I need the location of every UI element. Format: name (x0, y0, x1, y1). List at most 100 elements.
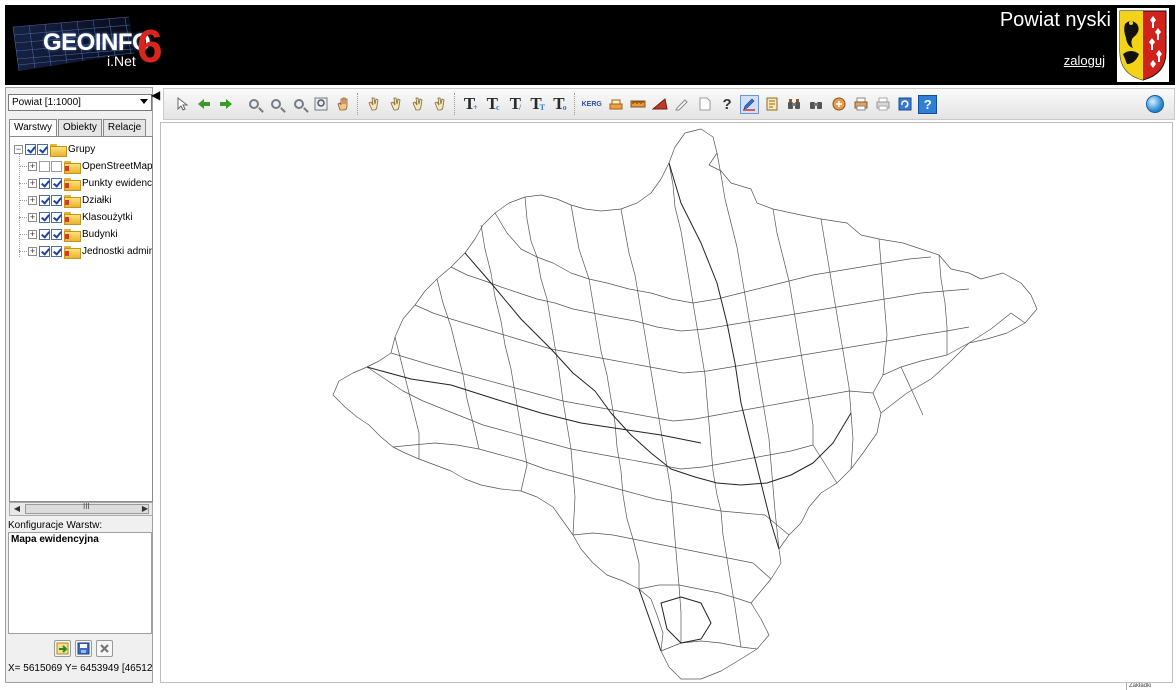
page-icon[interactable] (695, 95, 714, 114)
map-canvas[interactable] (161, 123, 1173, 683)
help-query-icon[interactable]: ? (718, 95, 737, 114)
layer-visibility-checkbox[interactable] (51, 177, 62, 189)
binoculars-1-icon[interactable] (784, 95, 803, 114)
layer-checkbox[interactable] (39, 245, 50, 257)
text-replace-icon[interactable]: TT (528, 94, 547, 114)
tree-node-layer[interactable]: + Działki (28, 192, 111, 208)
document-icon[interactable] (762, 95, 781, 114)
kerg-icon[interactable]: KERG (581, 95, 603, 114)
tree-horizontal-scrollbar[interactable]: ◀ III ▶ (9, 502, 153, 516)
print-2-icon[interactable] (874, 95, 893, 114)
expand-icon[interactable]: + (28, 195, 37, 205)
tree-node-label: Jednostki administracyjne (82, 245, 152, 257)
note-icon[interactable] (673, 95, 692, 114)
layer-icon[interactable] (606, 95, 625, 114)
layer-checkbox[interactable] (39, 160, 50, 172)
folder-icon (64, 211, 81, 225)
expand-icon[interactable]: + (28, 229, 37, 239)
logo-version: 6 (137, 20, 163, 72)
panel-collapse-icon[interactable]: ◀ (151, 85, 160, 105)
text-clear-icon[interactable]: Tc (484, 94, 503, 114)
select-arrow-icon[interactable] (172, 95, 191, 114)
layers-panel: Powiat [1:1000] Warstwy Obiekty Relacje … (5, 87, 153, 683)
coat-of-arms-icon (1117, 8, 1169, 82)
select-hand-1-icon[interactable] (364, 95, 383, 114)
tree-node-layer[interactable]: + Budynki (28, 226, 118, 242)
tree-guide (19, 166, 27, 167)
text-insert-icon[interactable]: T + (461, 94, 480, 114)
zoom-out-icon[interactable] (289, 95, 308, 114)
tab-warstwy[interactable]: Warstwy (9, 119, 57, 137)
layer-checkbox[interactable] (39, 194, 50, 206)
pan-hand-icon[interactable] (334, 95, 353, 114)
layer-visibility-checkbox[interactable] (51, 211, 62, 223)
layer-visibility-checkbox[interactable] (51, 245, 62, 257)
group-visibility-checkbox[interactable] (37, 143, 48, 155)
layer-marker-icon (65, 250, 69, 256)
layer-marker-icon (65, 216, 69, 222)
select-hand-4-icon[interactable] (431, 95, 450, 114)
coordinates-readout: X= 5615069 Y= 6453949 [46512; 11021] (8, 663, 152, 674)
zoom-in-icon[interactable] (245, 95, 264, 114)
layer-config-label: Konfiguracje Warstw: (8, 520, 103, 531)
tree-guide (19, 183, 27, 184)
panel-tabs: Warstwy Obiekty Relacje (9, 119, 147, 137)
tree-node-layer[interactable]: + Jednostki administracyjne (28, 243, 152, 259)
layer-checkbox[interactable] (39, 228, 50, 240)
group-checkbox[interactable] (25, 143, 36, 155)
toolbar-separator (573, 93, 575, 115)
hand-tool-icon[interactable] (829, 95, 848, 114)
edit-pencil-icon[interactable] (739, 94, 759, 114)
tree-node-layer[interactable]: + Klasoużytki (28, 209, 133, 225)
tree-guide (19, 200, 27, 201)
expand-icon[interactable]: + (28, 161, 37, 171)
toolbar-separator (357, 93, 359, 115)
layer-checkbox[interactable] (39, 211, 50, 223)
binoculars-2-icon[interactable] (807, 95, 826, 114)
expand-icon[interactable]: + (28, 178, 37, 188)
tree-node-label: Klasoużytki (82, 211, 133, 223)
tree-node-layer[interactable]: + OpenStreetMap (28, 158, 152, 174)
tab-obiekty[interactable]: Obiekty (57, 119, 102, 136)
tab-relacje[interactable]: Relacje (102, 119, 147, 136)
bookmarks-tab[interactable]: Zakładki (1126, 683, 1176, 690)
select-hand-2-icon[interactable] (386, 95, 405, 114)
select-hand-3-icon[interactable] (409, 95, 428, 114)
region-title: Powiat nyski (999, 9, 1111, 31)
expand-icon[interactable]: + (28, 212, 37, 222)
delete-config-button[interactable] (96, 640, 113, 657)
login-link[interactable]: zaloguj (1064, 53, 1105, 68)
scroll-right-icon[interactable]: ▶ (138, 503, 152, 515)
forward-arrow-icon[interactable] (217, 95, 236, 114)
scale-select[interactable]: Powiat [1:1000] (8, 94, 152, 111)
layer-visibility-checkbox[interactable] (51, 228, 62, 240)
collapse-icon[interactable]: − (14, 144, 23, 154)
expand-icon[interactable]: + (28, 246, 37, 256)
layer-visibility-checkbox[interactable] (51, 160, 62, 172)
layer-visibility-checkbox[interactable] (51, 194, 62, 206)
measure-icon[interactable] (628, 95, 647, 114)
layer-config-item[interactable]: Mapa ewidencyjna (11, 534, 99, 545)
zoom-extent-icon[interactable] (311, 95, 330, 114)
scrollbar-thumb[interactable]: III (25, 502, 149, 514)
tree-node-layer[interactable]: + Punkty ewidencyjne (28, 175, 152, 191)
help-icon[interactable]: ? (918, 94, 938, 114)
tree-node-group[interactable]: − Grupy (14, 141, 95, 157)
scale-select-value: Powiat [1:1000] (12, 97, 81, 108)
print-1-icon[interactable] (851, 95, 870, 114)
load-config-button[interactable] (54, 640, 71, 657)
tree-node-label: Budynki (82, 228, 118, 240)
refresh-icon[interactable] (896, 95, 915, 114)
scroll-left-icon[interactable]: ◀ (10, 503, 24, 515)
layer-config-list: Mapa ewidencyjna (8, 532, 152, 634)
zoom-in-plus-icon[interactable] (267, 95, 286, 114)
save-config-button[interactable] (75, 640, 92, 657)
area-icon[interactable] (651, 95, 670, 114)
globe-icon[interactable] (1146, 95, 1164, 113)
text-move-icon[interactable]: To (550, 94, 569, 114)
text-rotate-icon[interactable]: T / (506, 94, 525, 114)
map-view[interactable] (160, 122, 1173, 683)
layer-marker-icon (65, 199, 69, 205)
layer-checkbox[interactable] (39, 177, 50, 189)
back-arrow-icon[interactable] (194, 95, 213, 114)
